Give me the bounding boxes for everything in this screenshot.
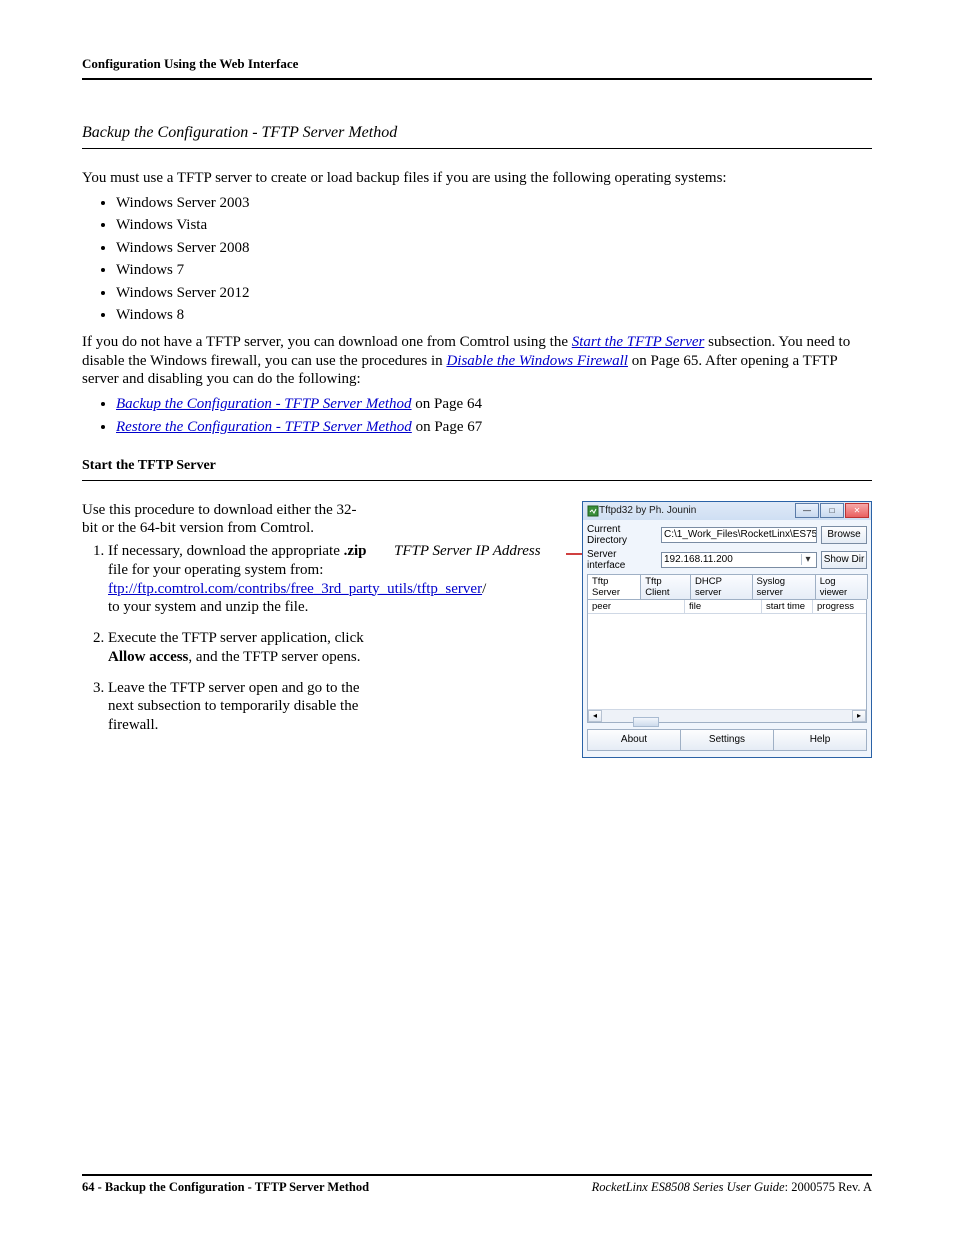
footer-rule (82, 1174, 872, 1176)
backup-config-link[interactable]: Backup the Configuration - TFTP Server M… (116, 396, 412, 412)
col-start-time[interactable]: start time (762, 600, 813, 613)
tabs: Tftp Server Tftp Client DHCP server Sysl… (587, 574, 867, 599)
text: file for your operating system from: (108, 562, 323, 578)
scroll-thumb[interactable] (633, 717, 659, 727)
subheading-rule (82, 480, 872, 481)
list-item: Windows 7 (116, 259, 872, 282)
scroll-right-icon[interactable]: ▸ (852, 710, 866, 722)
server-interface-value: 192.168.11.200 (664, 554, 733, 565)
col-progress[interactable]: progress (813, 600, 866, 613)
app-icon (587, 505, 599, 517)
chevron-down-icon[interactable]: ▾ (801, 554, 814, 565)
col-file[interactable]: file (685, 600, 762, 613)
text: If necessary, download the appropriate (108, 543, 344, 559)
text: , and the TFTP server opens. (188, 649, 360, 665)
start-tftp-subheading: Start the TFTP Server (82, 458, 872, 474)
ftp-link[interactable]: ftp://ftp.comtrol.com/contribs/free_3rd_… (108, 581, 482, 597)
steps-list: If necessary, download the appropriate .… (82, 542, 372, 735)
page-footer: 64 - Backup the Configuration - TFTP Ser… (82, 1166, 872, 1195)
list-item: Windows Server 2003 (116, 192, 872, 215)
tab-log-viewer[interactable]: Log viewer (815, 574, 868, 599)
current-directory-label: Current Directory (587, 524, 657, 546)
text: Execute the TFTP server application, cli… (108, 630, 364, 646)
window-title: Tftpd32 by Ph. Jounin (599, 505, 795, 516)
footer-left: 64 - Backup the Configuration - TFTP Ser… (82, 1180, 369, 1195)
browse-button[interactable]: Browse (821, 526, 867, 544)
start-tftp-link[interactable]: Start the TFTP Server (572, 334, 705, 350)
action-bullets: Backup the Configuration - TFTP Server M… (82, 393, 872, 440)
step-1: If necessary, download the appropriate .… (108, 542, 372, 617)
section-title: Backup the Configuration - TFTP Server M… (82, 124, 872, 142)
zip-bold: .zip (344, 543, 367, 559)
about-button[interactable]: About (587, 729, 681, 751)
allow-access-bold: Allow access (108, 649, 188, 665)
maximize-button[interactable]: □ (820, 503, 844, 518)
list-item: Windows Server 2008 (116, 237, 872, 260)
tftpd32-window: Tftpd32 by Ph. Jounin — □ ✕ Current Dire… (582, 501, 872, 758)
current-directory-value: C:\1_Work_Files\RocketLinx\ES7510 (664, 529, 817, 540)
step-2: Execute the TFTP server application, cli… (108, 629, 372, 667)
titlebar[interactable]: Tftpd32 by Ph. Jounin — □ ✕ (583, 502, 871, 520)
page-number: 64 - (82, 1180, 105, 1194)
tab-dhcp-server[interactable]: DHCP server (690, 574, 753, 599)
doc-rev: : 2000575 Rev. A (785, 1180, 872, 1194)
ip-address-caption: TFTP Server IP Address (394, 543, 541, 560)
text: If you do not have a TFTP server, you ca… (82, 334, 572, 350)
server-interface-field[interactable]: 192.168.11.200 ▾ (661, 552, 817, 568)
disable-firewall-link[interactable]: Disable the Windows Firewall (446, 353, 628, 369)
footer-title: Backup the Configuration - TFTP Server M… (105, 1180, 369, 1194)
tab-syslog-server[interactable]: Syslog server (752, 574, 816, 599)
list-item: Windows 8 (116, 304, 872, 327)
scroll-left-icon[interactable]: ◂ (588, 710, 602, 722)
transfer-panel: peer file start time progress ◂ ▸ (587, 599, 867, 723)
server-interface-label: Server interface (587, 549, 657, 571)
text: on Page 67 (412, 419, 482, 435)
running-header: Configuration Using the Web Interface (82, 56, 872, 72)
list-item: Restore the Configuration - TFTP Server … (116, 416, 872, 439)
close-button[interactable]: ✕ (845, 503, 869, 518)
download-paragraph: If you do not have a TFTP server, you ca… (82, 333, 872, 389)
os-list: Windows Server 2003 Windows Vista Window… (82, 192, 872, 327)
procedure-lead: Use this procedure to download either th… (82, 501, 372, 539)
tab-tftp-client[interactable]: Tftp Client (640, 574, 691, 599)
horizontal-scrollbar[interactable]: ◂ ▸ (588, 709, 866, 722)
current-directory-field[interactable]: C:\1_Work_Files\RocketLinx\ES7510 ▾ (661, 527, 817, 543)
doc-title-italic: RocketLinx ES8508 Series User Guide (592, 1180, 785, 1194)
footer-right: RocketLinx ES8508 Series User Guide: 200… (592, 1180, 872, 1195)
col-peer[interactable]: peer (588, 600, 685, 613)
help-button[interactable]: Help (773, 729, 867, 751)
restore-config-link[interactable]: Restore the Configuration - TFTP Server … (116, 419, 412, 435)
list-item: Windows Vista (116, 214, 872, 237)
header-rule (82, 78, 872, 80)
column-headers: peer file start time progress (588, 600, 866, 614)
list-item: Windows Server 2012 (116, 282, 872, 305)
tab-tftp-server[interactable]: Tftp Server (587, 574, 641, 599)
minimize-button[interactable]: — (795, 503, 819, 518)
step-3: Leave the TFTP server open and go to the… (108, 679, 372, 735)
section-rule (82, 148, 872, 149)
text: on Page 64 (412, 396, 482, 412)
intro-paragraph: You must use a TFTP server to create or … (82, 169, 872, 188)
show-dir-button[interactable]: Show Dir (821, 551, 867, 569)
list-item: Backup the Configuration - TFTP Server M… (116, 393, 872, 416)
settings-button[interactable]: Settings (680, 729, 774, 751)
